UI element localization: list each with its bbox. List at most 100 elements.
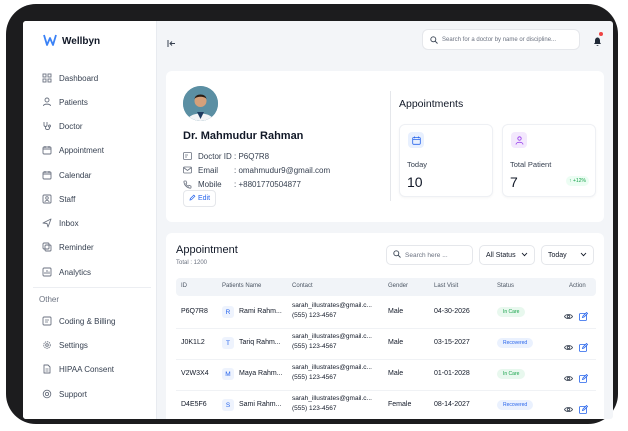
column-id: ID [181,283,187,289]
column-action: Action [569,283,586,289]
logo[interactable]: Wellbyn [43,34,100,49]
patient-initial: R [222,306,234,318]
sidebar-item-settings[interactable]: Settings [42,337,152,353]
mobile-label: Mobile [198,179,222,189]
email-row: Email : omahmudur9@gmail.com [183,165,330,175]
sidebar-item-label: Coding & Billing [59,316,116,326]
gender: Male [388,370,404,377]
contact-email: sarah_illustrates@gmail.c... [292,364,372,371]
last-visit: 08-14-2027 [434,401,470,408]
last-visit: 04-30-2026 [434,308,470,315]
calendar-check-icon [42,145,52,155]
table-header: ID Patients Name Contact Gender Last Vis… [176,278,596,296]
sidebar-item-patients[interactable]: Patients [42,94,152,110]
growth-badge: ↑ +12% [566,176,589,186]
appointment-table-title: Appointment [176,244,238,256]
patient-initial: M [222,368,234,380]
view-icon[interactable] [564,401,573,412]
support-icon [42,389,52,399]
edit-icon[interactable] [579,370,589,383]
contact-phone: (555) 123-4567 [292,312,337,319]
status-badge: Recovered [497,400,534,410]
edit-label: Edit [197,195,211,202]
sidebar-item-appointment[interactable]: Appointment [42,142,152,158]
sidebar-item-coding-billing[interactable]: Coding & Billing [42,313,152,329]
chevron-down-icon [521,252,528,259]
contact-phone: (555) 123-4567 [292,374,337,381]
status-badge: In Care [497,369,526,379]
tablet-frame: Wellbyn Dashboard Patients Doctor Appoin… [6,4,618,424]
row-id: D4E5F6 [181,401,207,408]
sidebar-item-label: Calendar [59,170,92,180]
doctor-name: Dr. Mahmudur Rahman [183,130,304,142]
sidebar-item-label: Staff [59,194,76,204]
sidebar-section-other: Other [39,295,60,304]
date-filter-dropdown[interactable]: Today [541,245,594,265]
patient-initial: S [222,399,234,411]
table-row[interactable]: V2W3X4 M Maya Rahm... sarah_illustrates@… [176,359,596,391]
sidebar-item-inbox[interactable]: Inbox [42,215,152,231]
card-divider [390,91,391,201]
email-value: : omahmudur9@gmail.com [234,165,331,175]
sidebar-divider [33,287,151,288]
edit-icon[interactable] [579,339,589,352]
column-status: Status [497,283,515,289]
view-icon[interactable] [564,308,573,319]
appointment-table-card: Appointment Total : 1200 Search here ...… [166,233,604,419]
sidebar-item-label: Support [59,389,88,399]
today-value: 10 [407,174,423,190]
view-icon[interactable] [564,370,573,381]
doctor-id-value: : P6Q7R8 [234,151,270,161]
gender: Male [388,308,404,315]
sidebar-item-reminder[interactable]: Reminder [42,239,152,255]
mobile-value: : +8801770504877 [234,179,301,189]
today-stat-card[interactable]: Today 10 [399,124,493,197]
doctor-profile-card: Dr. Mahmudur Rahman Doctor ID : P6Q7R8 E… [166,71,604,222]
sidebar-item-support[interactable]: Support [42,386,152,402]
edit-icon[interactable] [579,308,589,321]
view-icon[interactable] [564,339,573,350]
patient-name: Rami Rahm... [239,308,282,315]
patient-name: Sami Rahm... [239,401,282,408]
gear-icon [42,340,52,350]
row-id: J0K1L2 [181,339,205,346]
sidebar-item-doctor[interactable]: Doctor [42,118,152,134]
sidebar-item-label: Analytics [59,267,92,277]
column-last-visit: Last Visit [434,283,459,289]
stethoscope-icon [42,121,52,131]
sidebar-item-analytics[interactable]: Analytics [42,264,152,280]
id-card-icon [183,151,193,161]
appointment-total: Total : 1200 [176,260,208,266]
calendar-icon [42,170,52,180]
doctor-search-input[interactable]: Search for a doctor by name or disciplin… [422,29,580,50]
sidebar-item-dashboard[interactable]: Dashboard [42,70,152,86]
row-id: P6Q7R8 [181,308,208,315]
patient-name: Maya Rahm... [239,370,283,377]
sidebar-item-label: Settings [59,340,88,350]
sidebar-item-label: Inbox [59,218,79,228]
topbar: Search for a doctor by name or disciplin… [156,21,613,59]
table-row[interactable]: J0K1L2 T Tariq Rahm... sarah_illustrates… [176,328,596,360]
table-row[interactable]: P6Q7R8 R Rami Rahm... sarah_illustrates@… [176,297,596,329]
status-badge: Recovered [497,338,534,348]
total-patient-stat-card[interactable]: Total Patient 7 ↑ +12% [502,124,596,197]
table-search-input[interactable]: Search here ... [386,245,473,265]
contact-email: sarah_illustrates@gmail.c... [292,395,372,402]
edit-icon[interactable] [579,401,589,414]
sidebar-item-hipaa-consent[interactable]: HIPAA Consent [42,361,152,377]
document-icon [42,364,52,374]
sidebar-item-calendar[interactable]: Calendar [42,167,152,183]
sidebar-item-label: HIPAA Consent [59,364,114,374]
table-row[interactable]: D4E5F6 S Sami Rahm... sarah_illustrates@… [176,390,596,419]
app-screen: Wellbyn Dashboard Patients Doctor Appoin… [23,21,613,419]
edit-profile-button[interactable]: Edit [183,190,216,207]
status-filter-dropdown[interactable]: All Status [479,245,535,265]
grid-icon [42,73,52,83]
mail-icon [183,165,193,175]
doctor-id-label: Doctor ID [198,151,232,161]
collapse-sidebar-icon[interactable] [167,35,176,47]
sidebar-item-staff[interactable]: Staff [42,191,152,207]
last-visit: 01-01-2028 [434,370,470,377]
patient-name: Tariq Rahm... [239,339,281,346]
column-gender: Gender [388,283,409,289]
